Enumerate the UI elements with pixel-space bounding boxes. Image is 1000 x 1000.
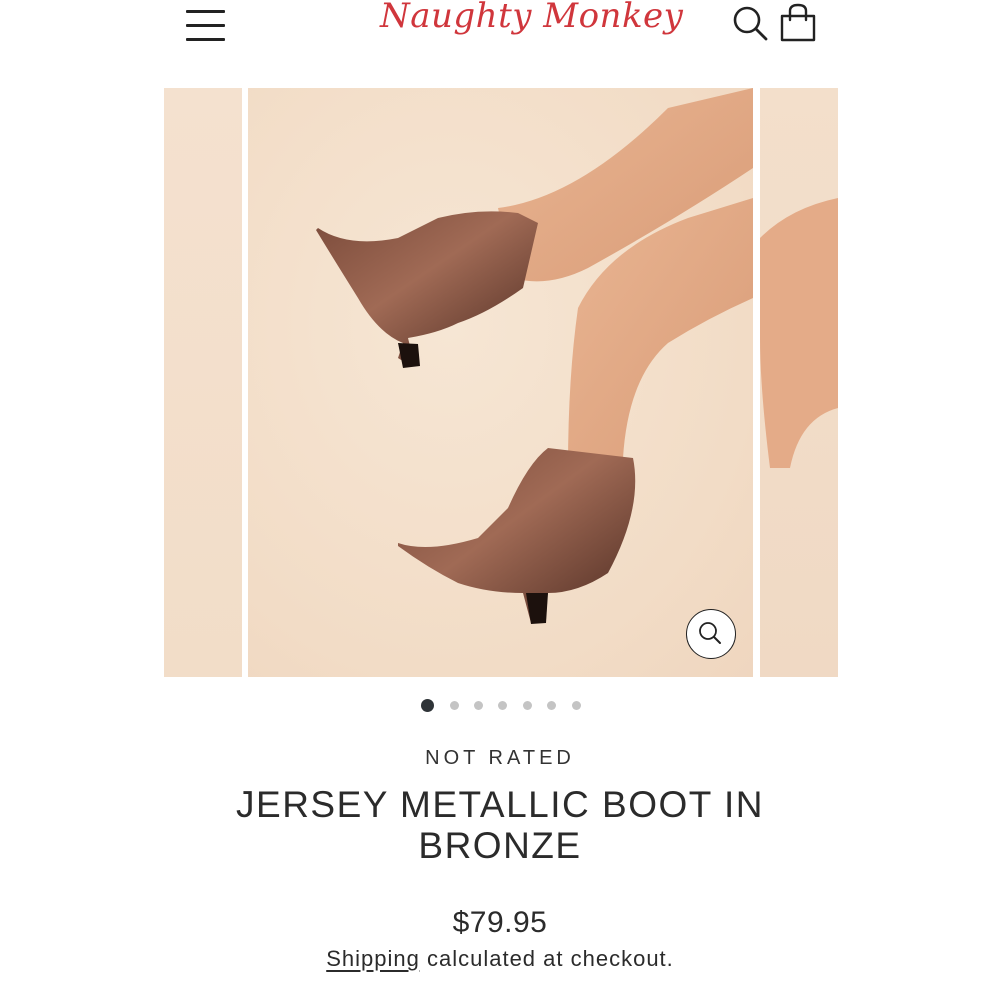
menu-bar-top: [186, 10, 225, 13]
shipping-link[interactable]: Shipping: [326, 946, 420, 971]
carousel-dot-7[interactable]: [572, 701, 581, 710]
carousel-dot-3[interactable]: [474, 701, 483, 710]
bronze-boots-photo: [316, 88, 753, 624]
product-rating[interactable]: NOT RATED: [0, 747, 1000, 770]
menu-bar-middle: [186, 24, 225, 27]
zoom-button[interactable]: [686, 609, 736, 659]
next-slide-leg-photo: [760, 198, 838, 468]
next-slide-peek[interactable]: [760, 88, 838, 677]
product-image-gallery[interactable]: [0, 88, 1000, 678]
search-button[interactable]: [730, 4, 770, 42]
cart-button[interactable]: [778, 2, 818, 44]
shipping-note: Shipping calculated at checkout.: [0, 946, 1000, 972]
product-image-main[interactable]: [248, 88, 753, 677]
zoom-magnifier-icon: [699, 622, 721, 644]
brand-logo-text: Naughty Monkey: [380, 0, 684, 36]
carousel-dot-4[interactable]: [498, 701, 507, 710]
product-title: JERSEY METALLIC BOOT IN BRONZE: [236, 784, 764, 866]
menu-bar-bottom: [186, 38, 225, 41]
carousel-dot-5[interactable]: [523, 701, 532, 710]
carousel-pagination: [0, 698, 1000, 714]
menu-button[interactable]: [186, 6, 226, 41]
shipping-note-text: calculated at checkout.: [419, 946, 674, 971]
carousel-dot-6[interactable]: [547, 701, 556, 710]
carousel-dot-2[interactable]: [450, 701, 459, 710]
product-price: $79.95: [452, 906, 548, 939]
brand-logo[interactable]: Naughty Monkey: [380, 0, 683, 46]
site-header: Naughty Monkey: [0, 0, 1000, 60]
previous-slide-peek[interactable]: [164, 88, 242, 677]
search-icon: [733, 6, 768, 41]
carousel-dot-1[interactable]: [421, 699, 434, 712]
shopping-bag-icon: [780, 3, 816, 42]
